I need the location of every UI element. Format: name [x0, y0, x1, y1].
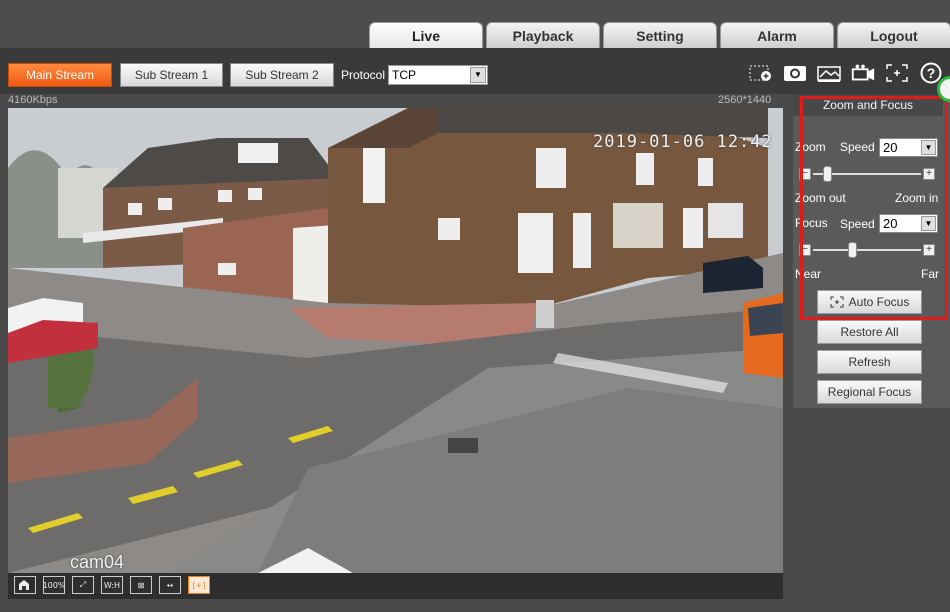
refresh-button[interactable]: Refresh	[817, 350, 922, 374]
tab-alarm[interactable]: Alarm	[720, 22, 834, 48]
chevron-down-icon: ▼	[470, 67, 486, 83]
main-tabs: Live Playback Setting Alarm Logout	[369, 22, 950, 48]
restore-all-button[interactable]: Restore All	[817, 320, 922, 344]
sub-stream-2-button[interactable]: Sub Stream 2	[230, 63, 334, 87]
tab-live[interactable]: Live	[369, 22, 483, 48]
flip-icon[interactable]: ↔	[159, 576, 181, 594]
top-navigation: Live Playback Setting Alarm Logout	[0, 0, 950, 48]
full-ratio-icon[interactable]: ⊠	[130, 576, 152, 594]
resolution-text: 2560*1440	[718, 94, 772, 106]
snapshot-icon[interactable]	[782, 62, 808, 84]
fullscreen-icon[interactable]	[884, 62, 910, 84]
original-size-icon[interactable]	[14, 576, 36, 594]
sub-stream-1-button[interactable]: Sub Stream 1	[120, 63, 223, 87]
triple-snapshot-icon[interactable]	[816, 62, 842, 84]
regional-focus-button[interactable]: Regional Focus	[817, 380, 922, 404]
record-icon[interactable]	[850, 62, 876, 84]
view-tools: ?	[748, 62, 944, 84]
video-timestamp: 2019-01-06 12:42	[593, 132, 773, 152]
zoom-100-icon[interactable]: 100%	[43, 576, 65, 594]
camera-name: cam04	[70, 552, 125, 572]
protocol-label: Protocol	[341, 68, 386, 82]
video-toolbar: 100% ⤢ W:H ⊠ ↔ [+]	[8, 573, 783, 599]
tab-setting[interactable]: Setting	[603, 22, 717, 48]
stream-toolbar: Main Stream Sub Stream 1 Sub Stream 2 Pr…	[0, 48, 950, 94]
live-video[interactable]: 2019-01-06 12:42 cam04	[8, 108, 783, 573]
fit-window-icon[interactable]: ⤢	[72, 576, 94, 594]
bitrate-text: 4160Kbps	[8, 94, 58, 106]
tab-logout[interactable]: Logout	[837, 22, 950, 48]
highlight-box	[800, 96, 948, 320]
main-stream-button[interactable]: Main Stream	[8, 63, 112, 87]
protocol-select[interactable]: TCP ▼	[388, 65, 488, 85]
camera-scene	[8, 108, 783, 573]
protocol-value: TCP	[392, 68, 416, 82]
wh-ratio-icon[interactable]: W:H	[101, 576, 123, 594]
zoom-region-icon[interactable]	[748, 62, 774, 84]
svg-text:?: ?	[927, 65, 936, 81]
tab-playback[interactable]: Playback	[486, 22, 600, 48]
digital-zoom-icon[interactable]: [+]	[188, 576, 210, 594]
